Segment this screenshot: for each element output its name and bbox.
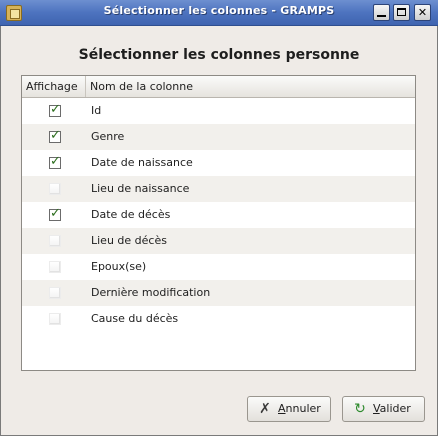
- column-name: Lieu de naissance: [91, 182, 190, 195]
- minimize-button[interactable]: [373, 4, 390, 21]
- dialog-heading: Sélectionner les colonnes personne: [78, 47, 360, 63]
- cancel-button[interactable]: ✗ Annuler: [247, 396, 331, 422]
- show-checkbox[interactable]: [49, 207, 61, 221]
- column-list[interactable]: Affichage Nom de la colonne Id Genre Dat…: [21, 75, 416, 371]
- close-icon: ✕: [417, 6, 428, 19]
- list-header: Affichage Nom de la colonne: [22, 76, 415, 98]
- list-item[interactable]: Dernière modification: [22, 280, 415, 306]
- list-item[interactable]: Cause du décès: [22, 306, 415, 332]
- minimize-icon: [377, 15, 386, 17]
- show-checkbox[interactable]: [49, 129, 61, 143]
- column-name: Dernière modification: [91, 286, 211, 299]
- close-button[interactable]: ✕: [414, 4, 431, 21]
- column-name: Date de décès: [91, 208, 171, 221]
- ok-button[interactable]: ↻ Valider: [342, 396, 425, 422]
- header-show[interactable]: Affichage: [22, 76, 86, 97]
- list-item[interactable]: Date de naissance: [22, 150, 415, 176]
- column-name: Lieu de décès: [91, 234, 167, 247]
- column-name: Id: [91, 104, 102, 117]
- cancel-icon: ✗: [259, 401, 271, 417]
- list-item[interactable]: Lieu de naissance: [22, 176, 415, 202]
- show-checkbox[interactable]: [49, 235, 61, 247]
- show-checkbox[interactable]: [49, 155, 61, 169]
- show-checkbox[interactable]: [49, 183, 61, 195]
- show-checkbox[interactable]: [49, 103, 61, 117]
- maximize-icon: [397, 8, 406, 16]
- cancel-label: Annuler: [278, 402, 321, 415]
- column-name: Date de naissance: [91, 156, 193, 169]
- list-item[interactable]: Epoux(se): [22, 254, 415, 280]
- title-bar[interactable]: Sélectionner les colonnes - GRAMPS ✕: [0, 0, 438, 26]
- list-rows: Id Genre Date de naissance Lieu de naiss…: [22, 98, 415, 332]
- column-name: Cause du décès: [91, 312, 179, 325]
- list-item[interactable]: Id: [22, 98, 415, 124]
- list-item[interactable]: Genre: [22, 124, 415, 150]
- maximize-button[interactable]: [393, 4, 410, 21]
- column-name: Epoux(se): [91, 260, 147, 273]
- ok-label: Valider: [373, 402, 411, 415]
- header-column-name[interactable]: Nom de la colonne: [86, 76, 406, 97]
- show-checkbox[interactable]: [49, 261, 61, 273]
- ok-icon: ↻: [354, 401, 366, 417]
- show-checkbox[interactable]: [49, 287, 61, 299]
- show-checkbox[interactable]: [49, 313, 61, 325]
- column-name: Genre: [91, 130, 125, 143]
- list-item[interactable]: Date de décès: [22, 202, 415, 228]
- list-item[interactable]: Lieu de décès: [22, 228, 415, 254]
